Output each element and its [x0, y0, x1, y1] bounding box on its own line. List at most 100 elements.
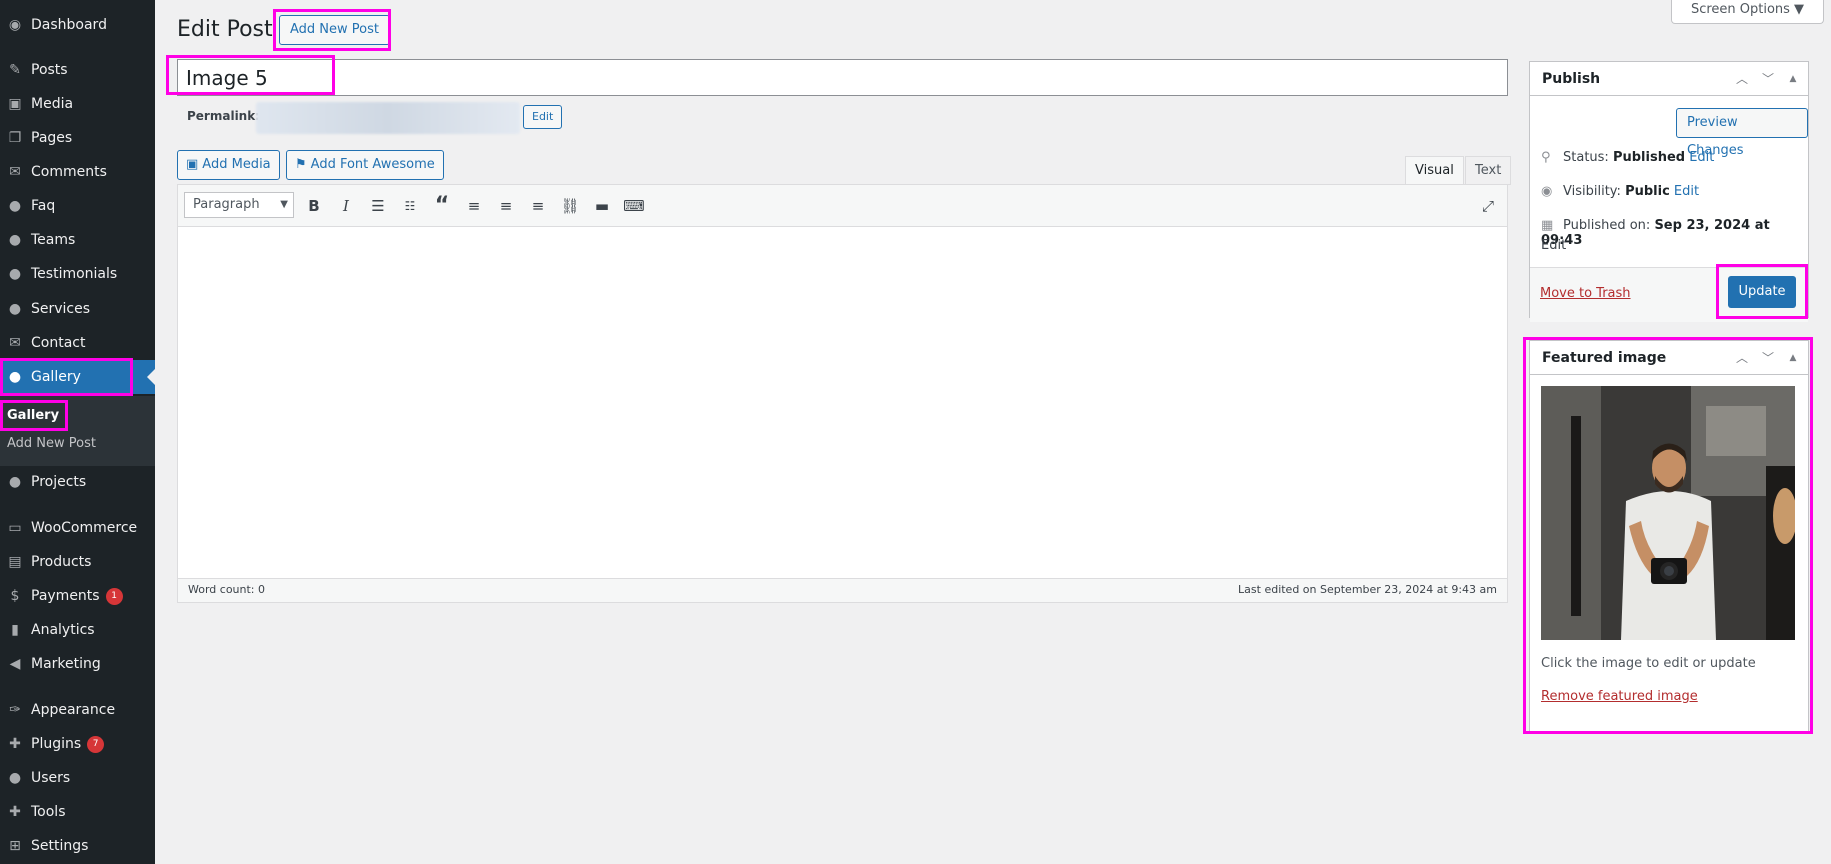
sidebar-item-appearance[interactable]: ✑ Appearance	[0, 693, 155, 727]
gallery-submenu: Gallery Add New Post	[0, 396, 155, 466]
blockquote-icon[interactable]: “	[429, 195, 455, 217]
published-on-edit-link[interactable]: Edit	[1541, 238, 1566, 253]
fullscreen-icon[interactable]: ⤢	[1475, 195, 1501, 217]
page-title: Edit Post	[177, 17, 273, 42]
numbered-list-icon[interactable]: ☷	[397, 195, 423, 217]
users-icon: ●	[8, 770, 22, 786]
status-row: ⚲ Status: Published Edit	[1541, 150, 1714, 165]
sidebar-item-projects[interactable]: ● Projects	[0, 465, 155, 499]
format-select[interactable]: Paragraph ▼	[184, 192, 294, 218]
publish-actions: Move to Trash Update	[1530, 267, 1808, 322]
sidebar-item-plugins[interactable]: ✚ Plugins 7	[0, 727, 155, 761]
sidebar-item-media[interactable]: ▣ Media	[0, 87, 155, 121]
permalink-url-redacted[interactable]	[256, 102, 520, 134]
preview-changes-button[interactable]: Preview Changes	[1676, 108, 1808, 158]
last-edited: Last edited on September 23, 2024 at 9:4…	[1238, 583, 1497, 596]
visibility-value: Public	[1625, 184, 1670, 199]
screen-options-button[interactable]: Screen Options ▼	[1671, 0, 1824, 24]
move-to-trash-link[interactable]: Move to Trash	[1540, 286, 1631, 301]
sidebar-item-posts[interactable]: ✎ Posts	[0, 53, 155, 87]
align-center-icon[interactable]: ≡	[493, 195, 519, 217]
sidebar-item-services[interactable]: ● Services	[0, 292, 155, 326]
visibility-row: ◉ Visibility: Public Edit	[1541, 184, 1699, 199]
media-icon: ▣	[186, 157, 199, 172]
publish-box: Publish ︿ ﹀ ▲ Preview Changes ⚲ Status: P…	[1529, 61, 1809, 322]
toggle-panel-icon[interactable]: ▲	[1783, 69, 1803, 89]
sidebar-item-label: Teams	[31, 232, 76, 248]
sidebar-item-dashboard[interactable]: ◉ Dashboard	[0, 8, 155, 42]
sidebar-item-products[interactable]: ▤ Products	[0, 545, 155, 579]
add-font-awesome-label: Add Font Awesome	[310, 157, 435, 172]
submenu-item-add-new-post[interactable]: Add New Post	[7, 436, 96, 451]
sidebar-item-label: Users	[31, 770, 71, 786]
user-icon: ●	[8, 266, 22, 282]
permalink-edit-button[interactable]: Edit	[523, 105, 563, 129]
chevron-down-icon[interactable]: ﹀	[1758, 348, 1778, 368]
featured-image-caption: Click the image to edit or update	[1541, 656, 1756, 671]
permalink-label: Permalink:	[187, 109, 261, 123]
sidebar-item-label: Products	[31, 554, 92, 570]
keyboard-icon[interactable]: ⌨	[621, 195, 647, 217]
featured-image-thumbnail[interactable]	[1541, 386, 1795, 640]
sidebar-item-contact[interactable]: ✉ Contact	[0, 326, 155, 360]
sidebar-item-teams[interactable]: ● Teams	[0, 223, 155, 257]
featured-image-box: Featured image ︿ ﹀ ▲ Click the image to …	[1529, 340, 1809, 732]
mail-icon: ✉	[9, 335, 21, 351]
sidebar-item-settings[interactable]: ⊞ Settings	[0, 829, 155, 863]
editor-content-area[interactable]	[178, 227, 1507, 579]
comment-icon: ✉	[9, 164, 21, 180]
sidebar-item-gallery[interactable]: ● Gallery	[0, 360, 155, 394]
update-button[interactable]: Update	[1728, 276, 1796, 308]
user-icon: ●	[8, 232, 22, 248]
read-more-icon[interactable]: ▬	[589, 195, 615, 217]
woo-icon: ▭	[8, 520, 22, 536]
format-select-value: Paragraph	[193, 197, 260, 212]
sidebar-item-label: Appearance	[31, 702, 116, 718]
megaphone-icon: ◀	[9, 656, 21, 672]
sidebar-item-testimonials[interactable]: ● Testimonials	[0, 257, 155, 291]
publish-box-title: Publish	[1542, 71, 1601, 87]
photographer-photo	[1541, 386, 1795, 640]
eye-icon: ◉	[1541, 184, 1553, 199]
status-edit-link[interactable]: Edit	[1689, 150, 1714, 165]
sidebar-item-payments[interactable]: $ Payments 1	[0, 579, 155, 613]
user-icon: ●	[8, 369, 22, 385]
add-media-button[interactable]: ▣ Add Media	[177, 150, 280, 180]
sidebar-item-users[interactable]: ● Users	[0, 761, 155, 795]
post-content-editor: Paragraph ▼ B I ☰ ☷ “ ≡ ≡ ≡ ⛓ ▬ ⌨ ⤢ Word …	[177, 184, 1508, 603]
remove-featured-image-link[interactable]: Remove featured image	[1541, 689, 1698, 704]
caret-down-icon: ▼	[280, 199, 288, 210]
sidebar-item-label: Tools	[31, 804, 66, 820]
link-icon[interactable]: ⛓	[557, 195, 583, 217]
bullet-list-icon[interactable]: ☰	[365, 195, 391, 217]
add-new-post-button[interactable]: Add New Post	[279, 15, 390, 45]
word-count: Word count: 0	[188, 583, 266, 596]
published-on-label: Published on:	[1563, 218, 1651, 233]
sidebar-item-tools[interactable]: ✚ Tools	[0, 795, 155, 829]
bold-icon[interactable]: B	[301, 195, 327, 217]
chevron-up-icon[interactable]: ︿	[1732, 348, 1752, 368]
chevron-down-icon[interactable]: ﹀	[1758, 69, 1778, 89]
status-value: Published	[1612, 150, 1686, 165]
add-font-awesome-button[interactable]: ⚑ Add Font Awesome	[286, 150, 444, 180]
sidebar-item-label: Payments	[31, 588, 100, 604]
align-left-icon[interactable]: ≡	[461, 195, 487, 217]
sidebar-item-woocommerce[interactable]: ▭ WooCommerce	[0, 511, 155, 545]
submenu-item-gallery[interactable]: Gallery	[7, 408, 59, 423]
tab-visual[interactable]: Visual	[1405, 156, 1464, 185]
sidebar-item-label: Marketing	[31, 656, 101, 672]
payments-icon: $	[10, 588, 20, 604]
tab-text[interactable]: Text	[1465, 156, 1512, 185]
sidebar-item-analytics[interactable]: ▮ Analytics	[0, 613, 155, 647]
chevron-up-icon[interactable]: ︿	[1732, 69, 1752, 89]
sidebar-item-faq[interactable]: ● Faq	[0, 189, 155, 223]
sidebar-item-comments[interactable]: ✉ Comments	[0, 155, 155, 189]
toggle-panel-icon[interactable]: ▲	[1783, 348, 1803, 368]
sidebar-item-pages[interactable]: ❐ Pages	[0, 121, 155, 155]
sidebar-item-marketing[interactable]: ◀ Marketing	[0, 647, 155, 681]
post-title-input[interactable]	[177, 59, 1508, 96]
admin-sidebar: ◉ Dashboard ✎ Posts ▣ Media ❐ Pages ✉ Comment…	[0, 0, 155, 864]
align-right-icon[interactable]: ≡	[525, 195, 551, 217]
visibility-edit-link[interactable]: Edit	[1674, 184, 1699, 199]
italic-icon[interactable]: I	[333, 195, 359, 217]
